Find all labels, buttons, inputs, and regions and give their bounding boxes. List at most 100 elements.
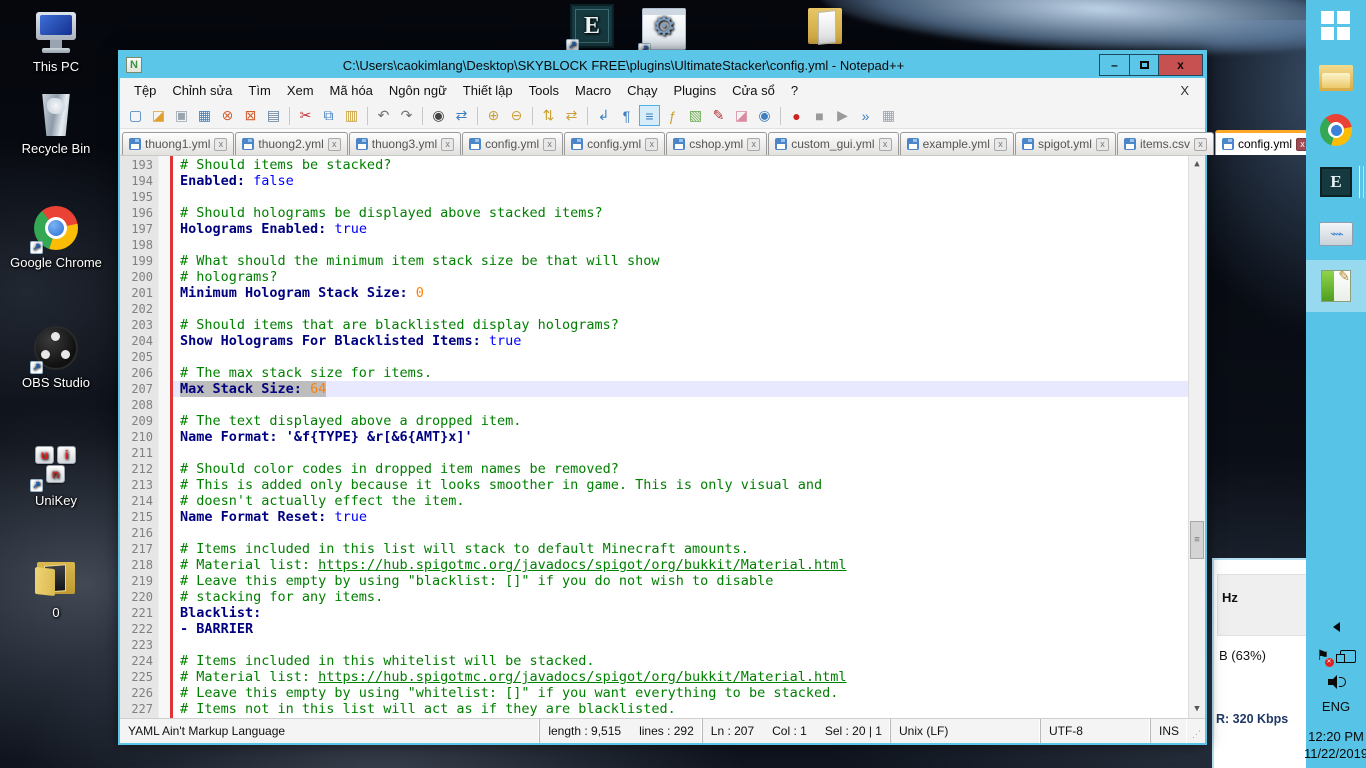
status-eol-format[interactable]: Unix (LF) bbox=[891, 719, 1041, 743]
new-file-icon[interactable]: ▢ bbox=[125, 105, 146, 126]
tab-thuong3-yml-2[interactable]: thuong3.ymlx bbox=[349, 132, 461, 155]
document-switcher-icon[interactable]: ✎ bbox=[708, 105, 729, 126]
sync-horizontal-scroll-icon[interactable]: ⇄ bbox=[561, 105, 582, 126]
tab-custom_gui-yml-6[interactable]: custom_gui.ymlx bbox=[768, 132, 898, 155]
taskbar-google-chrome[interactable] bbox=[1306, 104, 1366, 156]
vertical-scrollbar[interactable]: ▲ ≡ ▼ bbox=[1188, 156, 1205, 718]
zoom-out-icon[interactable]: ⊖ bbox=[506, 105, 527, 126]
desktop-icon-this-pc[interactable]: This PC bbox=[8, 10, 104, 74]
menu-t-m[interactable]: Tìm bbox=[240, 80, 278, 101]
title-bar[interactable]: C:\Users\caokimlang\Desktop\SKYBLOCK FRE… bbox=[120, 52, 1205, 78]
indent-guide-icon[interactable]: ≡ bbox=[639, 105, 660, 126]
desktop-icon-foldertop[interactable] bbox=[778, 6, 874, 55]
tab-config-yml-3[interactable]: config.ymlx bbox=[462, 132, 563, 155]
menu-ng-n-ng-[interactable]: Ngôn ngữ bbox=[381, 80, 455, 101]
close-all-documents-icon[interactable]: ⊠ bbox=[240, 105, 261, 126]
taskbar-notepad-plus-plus[interactable] bbox=[1306, 260, 1366, 312]
desktop-icon-folder0[interactable]: 0 bbox=[8, 556, 104, 620]
menu-macro[interactable]: Macro bbox=[567, 80, 619, 101]
network-icon[interactable] bbox=[1340, 650, 1356, 663]
find-icon[interactable]: ◉ bbox=[428, 105, 449, 126]
desktop-icon-chrome[interactable]: ↗Google Chrome bbox=[8, 206, 104, 270]
macro-stop-icon[interactable]: ■ bbox=[809, 105, 830, 126]
print-icon[interactable]: ▤ bbox=[263, 105, 284, 126]
menu-thi-t-l-p[interactable]: Thiết lập bbox=[455, 80, 521, 101]
taskbar-start-button[interactable] bbox=[1306, 0, 1366, 52]
redo-icon[interactable]: ↷ bbox=[396, 105, 417, 126]
open-folder-icon[interactable]: ◪ bbox=[148, 105, 169, 126]
menu-ch-nh-s-a[interactable]: Chỉnh sửa bbox=[164, 80, 240, 101]
language-indicator[interactable]: ENG bbox=[1322, 699, 1350, 714]
desktop-icon-obs[interactable]: ↗OBS Studio bbox=[8, 326, 104, 390]
tab-close-icon[interactable]: x bbox=[747, 138, 760, 151]
tab-thuong1-yml-0[interactable]: thuong1.ymlx bbox=[122, 132, 234, 155]
tab-config-yml-4[interactable]: config.ymlx bbox=[564, 132, 665, 155]
tab-config-yml-10[interactable]: config.ymlx bbox=[1215, 130, 1316, 155]
editor[interactable]: 1931941951961971981992002012022032042052… bbox=[120, 156, 1205, 718]
desktop-icon-unikey[interactable]: uin↗UniKey bbox=[8, 444, 104, 508]
tab-close-icon[interactable]: x bbox=[1194, 138, 1207, 151]
undo-icon[interactable]: ↶ bbox=[373, 105, 394, 126]
menubar-close-document-button[interactable]: X bbox=[1170, 81, 1199, 100]
macro-play-icon[interactable]: ▶ bbox=[832, 105, 853, 126]
cut-icon[interactable]: ✂ bbox=[295, 105, 316, 126]
taskbar-e-app[interactable]: E bbox=[1306, 156, 1366, 208]
tab-close-icon[interactable]: x bbox=[1096, 138, 1109, 151]
show-all-characters-icon[interactable]: ¶ bbox=[616, 105, 637, 126]
action-center-flag-icon[interactable] bbox=[1317, 650, 1330, 665]
tab-close-icon[interactable]: x bbox=[879, 138, 892, 151]
close-button[interactable]: x bbox=[1158, 55, 1202, 75]
resize-grip[interactable]: ⋰ bbox=[1187, 719, 1205, 743]
tab-close-icon[interactable]: x bbox=[328, 138, 341, 151]
menu-t-p[interactable]: Tệp bbox=[126, 80, 164, 101]
status-insert-mode[interactable]: INS bbox=[1151, 719, 1187, 743]
replace-icon[interactable]: ⇄ bbox=[451, 105, 472, 126]
paste-icon[interactable]: ▥ bbox=[341, 105, 362, 126]
menu-xem[interactable]: Xem bbox=[279, 80, 322, 101]
scrollbar-track[interactable]: ≡ bbox=[1189, 173, 1205, 701]
desktop-icon-recycle[interactable]: Recycle Bin bbox=[8, 92, 104, 156]
save-icon[interactable]: ▣ bbox=[171, 105, 192, 126]
scroll-up-button[interactable]: ▲ bbox=[1189, 156, 1205, 173]
tab-example-yml-7[interactable]: example.ymlx bbox=[900, 132, 1014, 155]
menu-plugins[interactable]: Plugins bbox=[666, 80, 725, 101]
tab-thuong2-yml-1[interactable]: thuong2.ymlx bbox=[235, 132, 347, 155]
word-wrap-icon[interactable]: ↲ bbox=[593, 105, 614, 126]
menu-c-a-s-[interactable]: Cửa sổ bbox=[724, 80, 783, 101]
macro-run-multiple-icon[interactable]: » bbox=[855, 105, 876, 126]
close-document-icon[interactable]: ⊗ bbox=[217, 105, 238, 126]
file-monitoring-icon[interactable]: ◉ bbox=[754, 105, 775, 126]
background-monitor-window[interactable]: Hz B (63%) R: 320 Kbps bbox=[1212, 558, 1308, 768]
menu-ch-y[interactable]: Chạy bbox=[619, 80, 665, 101]
scrollbar-thumb[interactable]: ≡ bbox=[1190, 521, 1204, 559]
taskbar-clock[interactable]: 12:20 PM11/22/2019 bbox=[1304, 728, 1366, 762]
sync-vertical-scroll-icon[interactable]: ⇅ bbox=[538, 105, 559, 126]
document-map-icon[interactable]: ▧ bbox=[685, 105, 706, 126]
minimize-button[interactable]: – bbox=[1100, 55, 1129, 75]
scroll-down-button[interactable]: ▼ bbox=[1189, 701, 1205, 718]
function-list-icon[interactable]: ƒ bbox=[662, 105, 683, 126]
tab-close-icon[interactable]: x bbox=[994, 138, 1007, 151]
zoom-in-icon[interactable]: ⊕ bbox=[483, 105, 504, 126]
tab-spigot-yml-8[interactable]: spigot.ymlx bbox=[1015, 132, 1116, 155]
volume-icon[interactable] bbox=[1328, 675, 1344, 689]
tab-cshop-yml-5[interactable]: cshop.ymlx bbox=[666, 132, 767, 155]
macro-save-icon[interactable]: ▦ bbox=[878, 105, 899, 126]
tab-close-icon[interactable]: x bbox=[214, 138, 227, 151]
bookmark-margin[interactable] bbox=[158, 156, 170, 718]
folder-as-workspace-icon[interactable]: ◪ bbox=[731, 105, 752, 126]
code-area[interactable]: # Should items be stacked?Enabled: false… bbox=[173, 156, 1188, 718]
tab-close-icon[interactable]: x bbox=[645, 138, 658, 151]
menu-?[interactable]: ? bbox=[783, 80, 806, 101]
show-hidden-icons-chevron-icon[interactable] bbox=[1333, 622, 1340, 632]
copy-icon[interactable]: ⧉ bbox=[318, 105, 339, 126]
status-encoding[interactable]: UTF-8 bbox=[1041, 719, 1151, 743]
macro-record-icon[interactable]: ● bbox=[786, 105, 807, 126]
tab-items-csv-9[interactable]: items.csvx bbox=[1117, 132, 1214, 155]
tab-close-icon[interactable]: x bbox=[543, 138, 556, 151]
maximize-button[interactable] bbox=[1129, 55, 1158, 75]
menu-m-h-a[interactable]: Mã hóa bbox=[322, 80, 381, 101]
taskbar-performance-monitor[interactable] bbox=[1306, 208, 1366, 260]
menu-tools[interactable]: Tools bbox=[521, 80, 567, 101]
save-all-icon[interactable]: ▦ bbox=[194, 105, 215, 126]
